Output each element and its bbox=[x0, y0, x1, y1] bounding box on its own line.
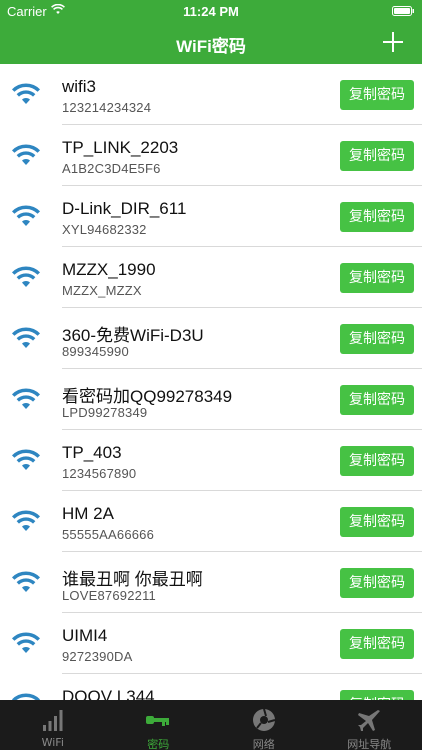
signal-bars-icon bbox=[40, 707, 66, 733]
network-password: 55555AA66666 bbox=[62, 527, 154, 542]
tab-3[interactable]: 网址导航 bbox=[317, 700, 422, 750]
tab-bar: WiFi密码网络网址导航 bbox=[0, 700, 422, 750]
tab-0[interactable]: WiFi bbox=[0, 700, 106, 750]
wifi-icon bbox=[10, 509, 42, 533]
battery-icon bbox=[392, 6, 414, 16]
list-item[interactable]: TP_LINK_2203 A1B2C3D4E5F6 复制密码 bbox=[0, 125, 422, 186]
copy-password-button[interactable]: 复制密码 bbox=[340, 385, 414, 415]
copy-password-button[interactable]: 复制密码 bbox=[340, 263, 414, 293]
network-name: 360-免费WiFi-D3U bbox=[62, 321, 204, 346]
network-name: wifi3 bbox=[62, 77, 96, 97]
network-name: 谁最丑啊 你最丑啊 bbox=[62, 565, 203, 590]
network-password: A1B2C3D4E5F6 bbox=[62, 161, 161, 176]
wifi-icon bbox=[10, 326, 42, 350]
wifi-icon bbox=[10, 143, 42, 167]
copy-password-button[interactable]: 复制密码 bbox=[340, 629, 414, 659]
network-password: 1234567890 bbox=[62, 466, 136, 481]
network-password: LPD99278349 bbox=[62, 405, 147, 420]
list-item[interactable]: DOOV L344 复制密码 bbox=[0, 674, 422, 700]
wifi-icon bbox=[10, 387, 42, 411]
network-name: D-Link_DIR_611 bbox=[62, 199, 186, 219]
network-name: UIMI4 bbox=[62, 626, 107, 646]
list-item[interactable]: HM 2A 55555AA66666 复制密码 bbox=[0, 491, 422, 552]
copy-password-button[interactable]: 复制密码 bbox=[340, 202, 414, 232]
network-name: DOOV L344 bbox=[62, 687, 155, 700]
airplane-icon bbox=[356, 707, 382, 733]
wifi-icon bbox=[10, 631, 42, 655]
list-item[interactable]: MZZX_1990 MZZX_MZZX 复制密码 bbox=[0, 247, 422, 308]
list-item[interactable]: wifi3 123214234324 复制密码 bbox=[0, 64, 422, 125]
navigation-header: Carrier 11:24 PM WiFi密码 bbox=[0, 0, 422, 64]
key-icon bbox=[145, 707, 171, 733]
list-item[interactable]: D-Link_DIR_611 XYL94682332 复制密码 bbox=[0, 186, 422, 247]
list-item[interactable]: TP_403 1234567890 复制密码 bbox=[0, 430, 422, 491]
wifi-icon bbox=[10, 570, 42, 594]
wifi-icon bbox=[10, 82, 42, 106]
network-password: XYL94682332 bbox=[62, 222, 147, 237]
list-item[interactable]: UIMI4 9272390DA 复制密码 bbox=[0, 613, 422, 674]
wifi-password-list[interactable]: wifi3 123214234324 复制密码 TP_LINK_2203 A1B2C3D… bbox=[0, 64, 422, 700]
wifi-icon bbox=[10, 265, 42, 289]
list-item[interactable]: 谁最丑啊 你最丑啊LOVE87692211 复制密码 bbox=[0, 552, 422, 613]
list-item[interactable]: 360-免费WiFi-D3U899345990 复制密码 bbox=[0, 308, 422, 369]
globe-icon bbox=[251, 707, 277, 733]
copy-password-button[interactable]: 复制密码 bbox=[340, 80, 414, 110]
network-password: 899345990 bbox=[62, 344, 129, 359]
copy-password-button[interactable]: 复制密码 bbox=[340, 507, 414, 537]
status-time: 11:24 PM bbox=[0, 4, 422, 19]
wifi-icon bbox=[10, 448, 42, 472]
copy-password-button[interactable]: 复制密码 bbox=[340, 324, 414, 354]
network-password: MZZX_MZZX bbox=[62, 283, 142, 298]
copy-password-button[interactable]: 复制密码 bbox=[340, 446, 414, 476]
wifi-icon bbox=[10, 692, 42, 700]
copy-password-button[interactable]: 复制密码 bbox=[340, 141, 414, 171]
plus-icon[interactable] bbox=[382, 31, 404, 53]
network-name: TP_403 bbox=[62, 443, 122, 463]
tab-1[interactable]: 密码 bbox=[106, 700, 212, 750]
network-name: 看密码加QQ99278349 bbox=[62, 382, 232, 407]
tab-2[interactable]: 网络 bbox=[211, 700, 317, 750]
wifi-icon bbox=[10, 204, 42, 228]
status-bar: Carrier 11:24 PM bbox=[0, 0, 422, 22]
network-name: HM 2A bbox=[62, 504, 114, 524]
copy-password-button[interactable]: 复制密码 bbox=[340, 690, 414, 700]
network-password: LOVE87692211 bbox=[62, 588, 156, 603]
page-title: WiFi密码 bbox=[0, 32, 422, 57]
network-name: TP_LINK_2203 bbox=[62, 138, 178, 158]
tab-label: WiFi bbox=[0, 736, 106, 749]
copy-password-button[interactable]: 复制密码 bbox=[340, 568, 414, 598]
network-name: MZZX_1990 bbox=[62, 260, 156, 280]
network-password: 9272390DA bbox=[62, 649, 132, 664]
network-password: 123214234324 bbox=[62, 100, 151, 115]
list-item[interactable]: 看密码加QQ99278349LPD99278349 复制密码 bbox=[0, 369, 422, 430]
